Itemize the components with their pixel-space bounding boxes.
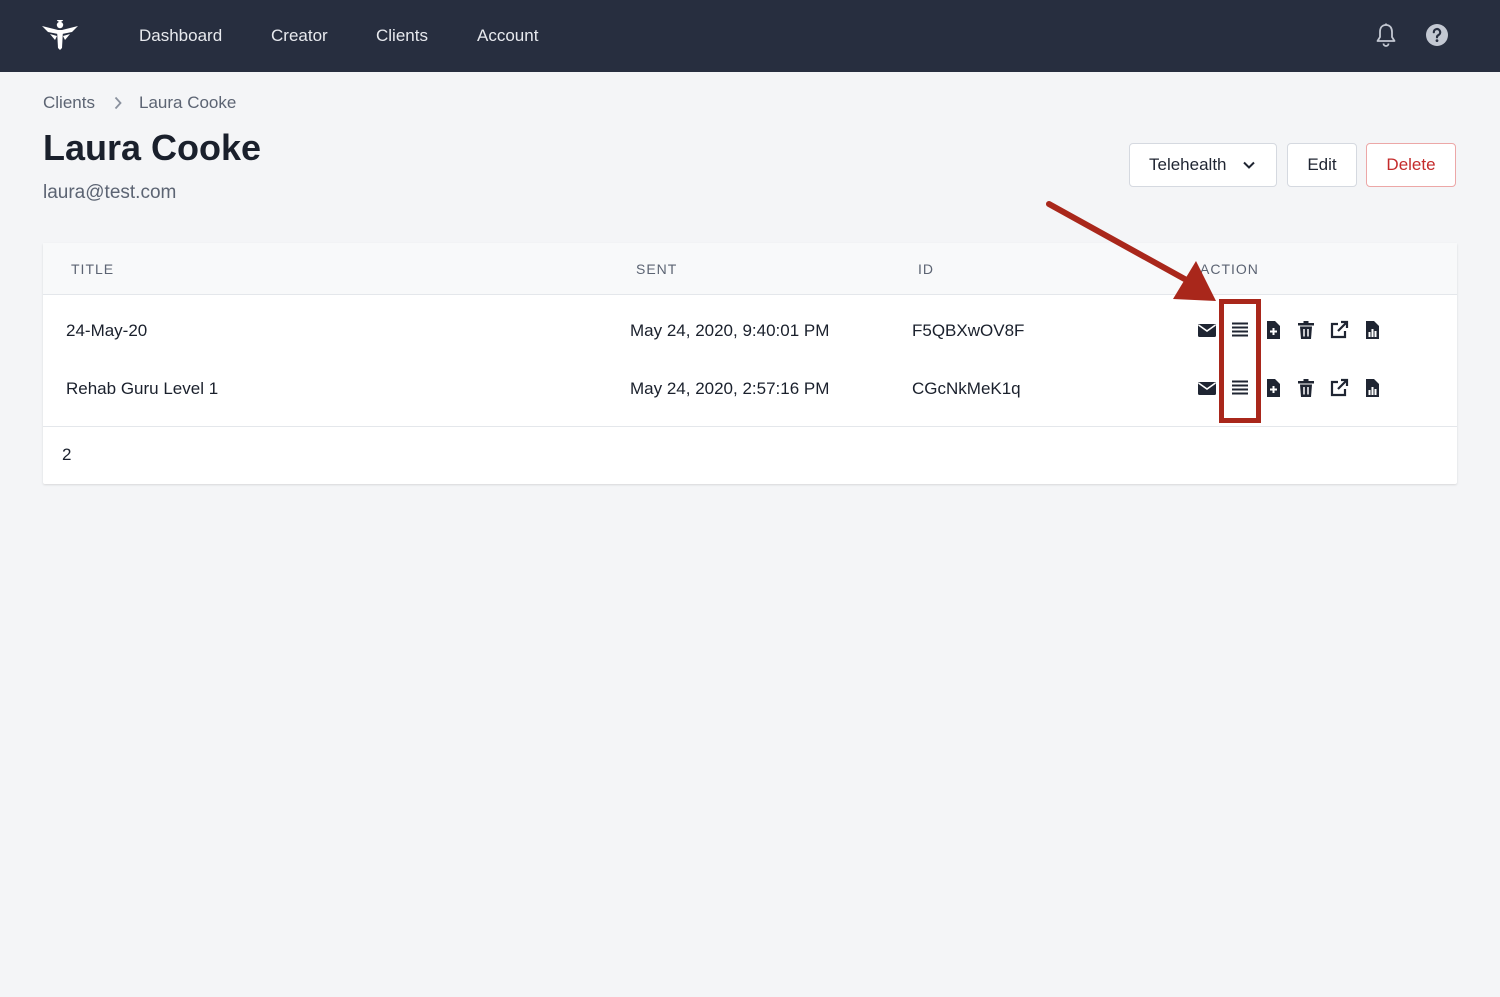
- add-file-icon[interactable]: [1263, 320, 1283, 340]
- page-title: Laura Cooke: [43, 127, 262, 168]
- nav-dashboard[interactable]: Dashboard: [139, 24, 222, 48]
- telehealth-label: Telehealth: [1149, 155, 1227, 174]
- email-icon[interactable]: [1197, 378, 1217, 398]
- nav-creator[interactable]: Creator: [271, 24, 328, 48]
- table-row: 24-May-20 May 24, 2020, 9:40:01 PM F5QBX…: [43, 303, 1457, 361]
- breadcrumb-clients[interactable]: Clients: [43, 92, 95, 114]
- row-count: 2: [62, 445, 72, 464]
- client-email: laura@test.com: [43, 182, 177, 203]
- report-icon[interactable]: [1362, 320, 1382, 340]
- row-id: CGcNkMeK1q: [912, 379, 1021, 398]
- logo-icon[interactable]: [40, 20, 80, 52]
- external-link-icon[interactable]: [1329, 320, 1349, 340]
- row-actions: [1197, 320, 1382, 340]
- trash-icon[interactable]: [1296, 320, 1316, 340]
- report-icon[interactable]: [1362, 378, 1382, 398]
- chevron-right-icon: [114, 96, 122, 110]
- external-link-icon[interactable]: [1329, 378, 1349, 398]
- add-file-icon[interactable]: [1263, 378, 1283, 398]
- column-id: ID: [918, 261, 934, 277]
- programs-table: TITLE SENT ID ACTION 24-May-20 May 24, 2…: [43, 243, 1457, 484]
- column-sent: SENT: [636, 261, 678, 277]
- nav-clients[interactable]: Clients: [376, 24, 428, 48]
- list-icon[interactable]: [1230, 320, 1250, 340]
- top-navbar: Dashboard Creator Clients Account: [0, 0, 1500, 72]
- row-id: F5QBXwOV8F: [912, 321, 1025, 340]
- list-icon[interactable]: [1230, 378, 1250, 398]
- nav-account[interactable]: Account: [477, 24, 538, 48]
- row-sent: May 24, 2020, 2:57:16 PM: [630, 379, 830, 398]
- row-actions: [1197, 378, 1382, 398]
- table-header: TITLE SENT ID ACTION: [43, 243, 1457, 295]
- telehealth-dropdown[interactable]: Telehealth: [1129, 143, 1277, 187]
- table-footer: 2: [43, 426, 1457, 484]
- row-title: 24-May-20: [66, 321, 148, 340]
- column-title: TITLE: [71, 261, 115, 277]
- table-row: Rehab Guru Level 1 May 24, 2020, 2:57:16…: [43, 361, 1457, 419]
- help-icon[interactable]: [1425, 23, 1449, 47]
- trash-icon[interactable]: [1296, 378, 1316, 398]
- chevron-down-icon: [1243, 161, 1255, 169]
- column-action: ACTION: [1200, 261, 1259, 277]
- breadcrumb-current: Laura Cooke: [139, 93, 237, 112]
- email-icon[interactable]: [1197, 320, 1217, 340]
- row-sent: May 24, 2020, 9:40:01 PM: [630, 321, 830, 340]
- edit-button[interactable]: Edit: [1287, 143, 1357, 187]
- row-title: Rehab Guru Level 1: [66, 379, 219, 398]
- delete-button[interactable]: Delete: [1366, 143, 1456, 187]
- bell-icon[interactable]: [1374, 22, 1398, 48]
